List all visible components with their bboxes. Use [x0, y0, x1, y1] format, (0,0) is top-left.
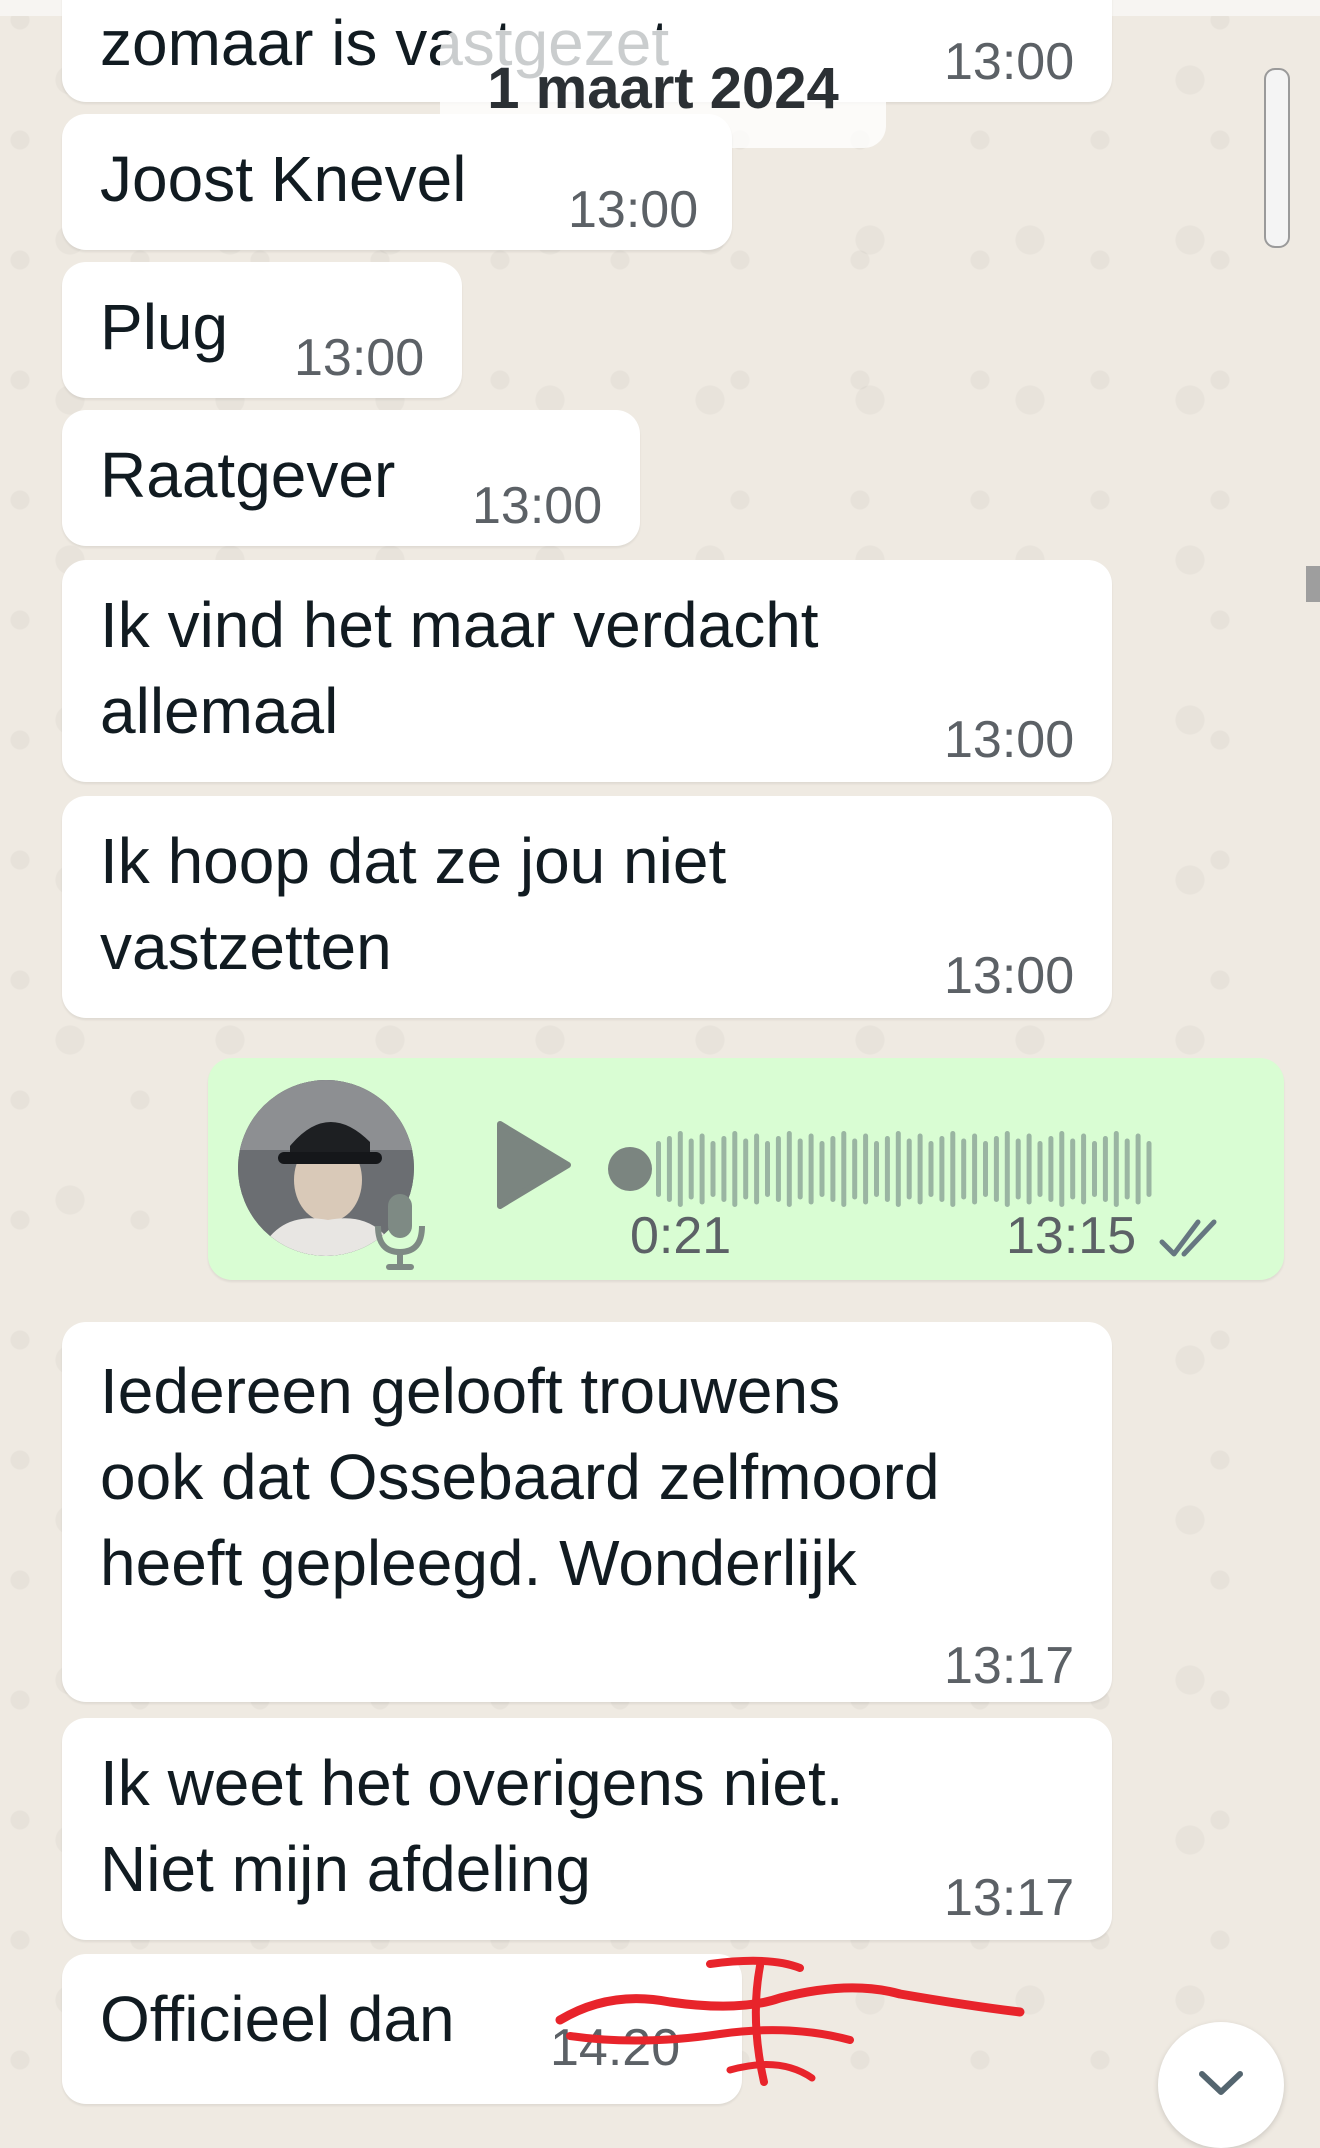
waveform-bar [1146, 1141, 1152, 1197]
message-bubble-incoming[interactable]: Joost Knevel 13:00 [62, 114, 732, 250]
message-time: 13:00 [568, 181, 699, 239]
message-text: Plug [100, 291, 229, 363]
waveform-bar [874, 1141, 879, 1197]
message-text-line: Niet mijn afdeling [100, 1833, 591, 1905]
chevron-down-icon [1199, 2071, 1243, 2095]
waveform-bar [917, 1133, 923, 1205]
waveform-bar [830, 1136, 836, 1202]
message-text-line: vastzetten [100, 911, 392, 983]
waveform-bar [1037, 1141, 1043, 1197]
waveform-bar [852, 1138, 858, 1200]
waveform-bar [993, 1136, 999, 1202]
message-text-line: ook dat Ossebaard zelfmoord [100, 1441, 940, 1513]
play-icon[interactable] [494, 1120, 574, 1210]
waveform-bar [765, 1141, 770, 1197]
message-time: 13:17 [944, 1869, 1075, 1927]
message-text: Joost Knevel [100, 143, 467, 215]
message-time: 13:00 [944, 711, 1075, 769]
message-text-line: heeft gepleegd. Wonderlijk [100, 1527, 857, 1599]
waveform-bar [1070, 1138, 1076, 1200]
message-bubble-incoming[interactable]: Iedereen gelooft trouwens ook dat Osseba… [62, 1322, 1112, 1702]
waveform-bar [1048, 1136, 1054, 1202]
waveform-bar [884, 1136, 890, 1202]
waveform-bar [1102, 1136, 1108, 1202]
red-scribble-annotation [555, 1956, 1025, 2086]
waveform-bar [775, 1136, 781, 1202]
waveform-bar [754, 1133, 760, 1205]
scrollbar-thumb[interactable] [1264, 68, 1290, 248]
waveform-bar [688, 1138, 694, 1200]
waveform-bar [732, 1131, 738, 1207]
waveform-bar [656, 1141, 661, 1197]
scroll-indicator [1306, 566, 1320, 602]
waveform-bar [939, 1136, 945, 1202]
message-time: 13:00 [294, 329, 425, 387]
waveform-bar [797, 1138, 803, 1200]
message-text-line: allemaal [100, 675, 339, 747]
voice-duration: 0:21 [630, 1207, 732, 1265]
waveform-bar [1015, 1138, 1021, 1200]
waveform-bar [863, 1133, 869, 1205]
scroll-to-bottom-button[interactable] [1158, 2022, 1284, 2148]
waveform-bar [972, 1133, 978, 1205]
message-text: Officieel dan [100, 1983, 455, 2055]
waveform-bar [1135, 1133, 1141, 1205]
waveform-bar [677, 1131, 683, 1207]
waveform-bar [1026, 1133, 1032, 1205]
waveform-bar [983, 1141, 988, 1197]
mic-icon [375, 1194, 425, 1270]
message-bubble-incoming[interactable]: Ik weet het overigens niet. Niet mijn af… [62, 1718, 1112, 1940]
waveform-bar [786, 1131, 792, 1207]
double-check-icon [1159, 1219, 1217, 1257]
waveform-bar [950, 1131, 956, 1207]
message-bubble-incoming[interactable]: Ik vind het maar verdacht allemaal 13:00 [62, 560, 1112, 782]
waveform-bar [961, 1138, 967, 1200]
waveform-bar [1081, 1133, 1087, 1205]
message-text-line: Ik vind het maar verdacht [100, 589, 819, 661]
waveform-bar [1059, 1131, 1065, 1207]
waveform-bar [721, 1136, 727, 1202]
waveform-bar [666, 1136, 672, 1202]
waveform-bar [1113, 1131, 1119, 1207]
waveform-bar [819, 1141, 825, 1197]
playback-knob [608, 1147, 652, 1191]
message-time: 13:00 [944, 947, 1075, 1005]
waveform-bar [1124, 1138, 1130, 1200]
waveform-bar [1004, 1131, 1010, 1207]
voice-waveform[interactable] [606, 1124, 1162, 1214]
message-time: 13:00 [944, 33, 1075, 91]
waveform-bar [1092, 1141, 1097, 1197]
message-time: 13:17 [944, 1637, 1075, 1695]
waveform-bar [928, 1141, 934, 1197]
waveform-bar [841, 1131, 847, 1207]
message-text-line: Ik hoop dat ze jou niet [100, 825, 727, 897]
message-text: Raatgever [100, 439, 396, 511]
message-bubble-incoming[interactable]: Raatgever 13:00 [62, 410, 640, 546]
waveform-bar [906, 1138, 912, 1200]
waveform-bar [743, 1138, 749, 1200]
voice-message-bubble[interactable]: 0:21 13:15 [208, 1058, 1284, 1280]
message-text-line: Ik weet het overigens niet. [100, 1747, 844, 1819]
waveform-bar [808, 1133, 814, 1205]
message-bubble-incoming[interactable]: Ik hoop dat ze jou niet vastzetten 13:00 [62, 796, 1112, 1018]
message-time: 13:00 [472, 477, 603, 535]
message-text-line: Iedereen gelooft trouwens [100, 1355, 841, 1427]
message-time: 13:15 [1006, 1207, 1137, 1265]
message-bubble-incoming[interactable]: Plug 13:00 [62, 262, 462, 398]
waveform-bar [710, 1141, 716, 1197]
waveform-bar [699, 1133, 705, 1205]
waveform-bar [895, 1131, 901, 1207]
